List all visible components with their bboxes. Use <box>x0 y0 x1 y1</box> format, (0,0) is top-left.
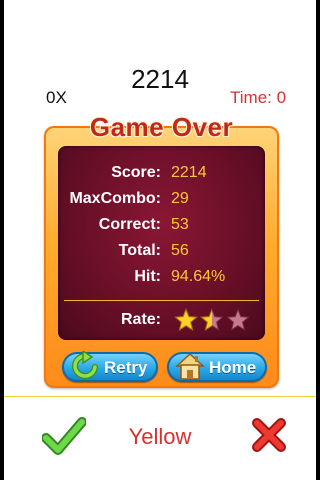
star-icon <box>174 308 198 331</box>
stat-row-score: Score: 2214 <box>58 164 265 186</box>
stats-divider <box>64 300 259 301</box>
home-icon <box>175 352 205 380</box>
star-icon <box>200 308 224 331</box>
rating-stars <box>174 308 250 332</box>
game-over-title: Game Over <box>89 112 234 142</box>
time-label: Time: <box>230 88 272 107</box>
time-value: 0 <box>276 88 287 107</box>
stat-value: 2214 <box>171 164 207 181</box>
retry-button[interactable]: Retry <box>62 351 158 382</box>
retry-arrow-icon <box>72 351 98 379</box>
stat-label: Hit: <box>134 268 161 285</box>
stat-value: 56 <box>171 242 189 259</box>
stat-label: MaxCombo: <box>69 190 161 207</box>
home-button[interactable]: Home <box>167 352 267 382</box>
bottom-divider <box>4 396 316 397</box>
stat-value: 53 <box>171 216 189 233</box>
stats-board: Score: 2214 MaxCombo: 29 Correct: 53 Tot… <box>58 146 265 340</box>
stat-row-maxcombo: MaxCombo: 29 <box>58 190 265 212</box>
retry-label: Retry <box>104 358 148 377</box>
time-display: Time: 0 <box>230 88 286 108</box>
stat-row-total: Total: 56 <box>58 242 265 264</box>
rate-label: Rate: <box>120 311 161 328</box>
stat-row-hit: Hit: 94.64% <box>58 268 265 290</box>
stat-row-correct: Correct: 53 <box>58 216 265 238</box>
game-screen: 0X 2214 Time: 0 Game Over Score: 2214 Ma… <box>4 0 316 480</box>
stat-value: 29 <box>171 190 189 207</box>
home-label: Home <box>209 358 257 377</box>
game-over-panel: Game Over Score: 2214 MaxCombo: 29 Corre… <box>44 112 279 388</box>
cross-icon[interactable] <box>252 418 286 452</box>
stat-value: 94.64% <box>171 268 226 285</box>
stat-label: Total: <box>118 242 161 259</box>
stat-label: Correct: <box>98 216 161 233</box>
star-icon <box>226 308 250 331</box>
stat-label: Score: <box>111 164 161 181</box>
